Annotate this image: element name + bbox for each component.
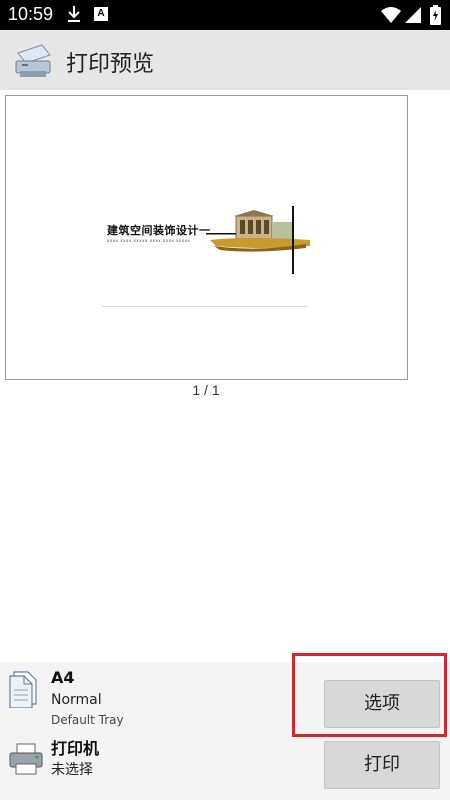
options-button[interactable]: 选项 (324, 680, 440, 728)
printer-app-icon (15, 44, 51, 77)
battery-icon (430, 5, 441, 25)
printer-icon (9, 743, 43, 775)
status-bar: 10:59 A (0, 0, 450, 30)
printer-status[interactable]: 未选择 (51, 759, 93, 779)
paper-icon (9, 671, 37, 708)
print-preview-page[interactable]: 建筑空间装饰设计一 xxxx xxxx xxxxx xxxx xxxx xxxx… (5, 95, 408, 380)
app-bar: 打印预览 (0, 30, 450, 90)
printer-label[interactable]: 打印机 (51, 735, 99, 759)
a-notification-icon: A (94, 7, 108, 21)
building-image (206, 206, 310, 274)
doc-divider-line (102, 306, 307, 307)
doc-subtitle: xxxx xxxx xxxxx xxxx xxxx xxxxx (107, 238, 191, 243)
page-indicator: 1 / 1 (192, 382, 220, 398)
paper-type[interactable]: Normal (51, 692, 102, 708)
download-icon (68, 6, 80, 22)
page-title: 打印预览 (66, 52, 155, 77)
paper-size[interactable]: A4 (51, 668, 75, 687)
print-button[interactable]: 打印 (324, 741, 440, 789)
status-time: 10:59 (8, 4, 54, 24)
paper-tray[interactable]: Default Tray (51, 713, 124, 727)
signal-icon (405, 7, 421, 23)
wifi-icon (381, 7, 401, 23)
doc-title: 建筑空间装饰设计一 (107, 224, 211, 237)
